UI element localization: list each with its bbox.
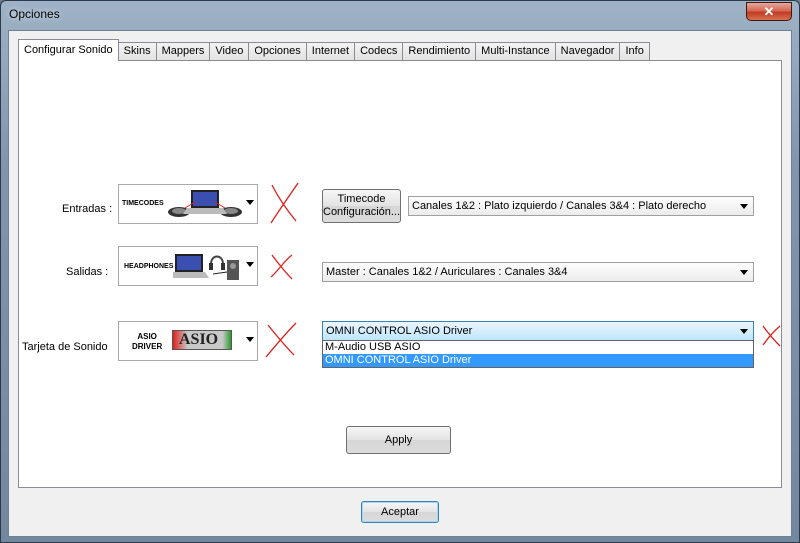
red-x-annotation-icon [270,182,299,224]
tab-codecs[interactable]: Codecs [355,42,404,61]
red-x-annotation-icon [265,322,297,358]
outputs-image-combo[interactable]: HEADPHONES [118,246,258,286]
accept-button[interactable]: Aceptar [361,501,439,523]
tab-video[interactable]: Video [210,42,250,61]
chevron-down-icon[interactable] [246,200,254,205]
timecodes-logo-text: TIMECODES [122,200,164,207]
inputs-channels-value: Canales 1&2 : Plato izquierdo / Canales … [412,200,707,212]
chevron-down-icon [740,270,748,275]
outputs-channels-select[interactable]: Master : Canales 1&2 / Auriculares : Can… [322,262,754,282]
title-bar[interactable]: Opciones ✕ [1,1,799,29]
tab-multi-instance[interactable]: Multi-Instance [476,42,556,61]
asio-logo-icon: ASIO [172,330,232,350]
close-button[interactable]: ✕ [746,2,792,21]
soundcard-image-combo[interactable]: ASIO DRIVER ASIO [118,321,258,361]
red-x-annotation-icon [762,325,781,347]
soundcard-driver-value: OMNI CONTROL ASIO Driver [326,325,473,337]
tab-info[interactable]: Info [620,42,650,61]
red-x-annotation-icon [270,254,293,280]
soundcard-dropdown-option[interactable]: M-Audio USB ASIO [323,341,753,354]
outputs-channels-value: Master : Canales 1&2 / Auriculares : Can… [326,266,568,278]
chevron-down-icon[interactable] [246,337,254,342]
dialog-client-area: Configurar Sonido Skins Mappers Video Opcion… [8,30,792,537]
asio-logo-text: ASIO [179,331,219,348]
chevron-down-icon [740,204,748,209]
tab-strip: Configurar Sonido Skins Mappers Video Opcion… [18,39,650,61]
inputs-image-combo[interactable]: TIMECODES [118,184,258,224]
tab-rendimiento[interactable]: Rendimiento [403,42,477,61]
options-window: Opciones ✕ Configurar Sonido Skins Mappers… [0,0,800,543]
tab-skins[interactable]: Skins [118,42,157,61]
timecode-button-line2: Configuración... [323,206,401,218]
tab-panel-configurar-sonido: Entradas : TIMECODES Timecode Configurac… [18,60,782,488]
asio-text-line1: ASIO [137,332,157,341]
soundcard-dropdown-option[interactable]: OMNI CONTROL ASIO Driver [323,354,753,367]
tab-navegador[interactable]: Navegador [555,42,621,61]
soundcard-dropdown-list: M-Audio USB ASIO OMNI CONTROL ASIO Driver [322,340,754,368]
asio-driver-logo-text: ASIO DRIVER [132,332,162,352]
timecode-button-line1: Timecode [337,193,386,205]
turntables-laptop-icon [168,190,242,217]
laptop-headphones-icon [173,254,239,280]
tab-configurar-sonido[interactable]: Configurar Sonido [18,39,119,61]
apply-button[interactable]: Apply [346,426,451,454]
timecode-config-button[interactable]: Timecode Configuración... [322,189,401,223]
soundcard-driver-select[interactable]: OMNI CONTROL ASIO Driver [322,321,754,341]
close-icon: ✕ [763,4,775,19]
tab-opciones[interactable]: Opciones [249,42,307,61]
chevron-down-icon[interactable] [246,262,254,267]
chevron-down-icon [740,329,748,334]
outputs-label: Salidas : [66,266,109,278]
inputs-label: Entradas : [62,203,113,215]
inputs-channels-select[interactable]: Canales 1&2 : Plato izquierdo / Canales … [408,196,754,216]
tab-internet[interactable]: Internet [306,42,356,61]
headphones-logo-text: HEADPHONES [124,263,174,270]
soundcard-label: Tarjeta de Sonido [22,341,108,353]
asio-text-line2: DRIVER [132,342,163,351]
window-title: Opciones [9,7,60,21]
tab-mappers[interactable]: Mappers [156,42,211,61]
